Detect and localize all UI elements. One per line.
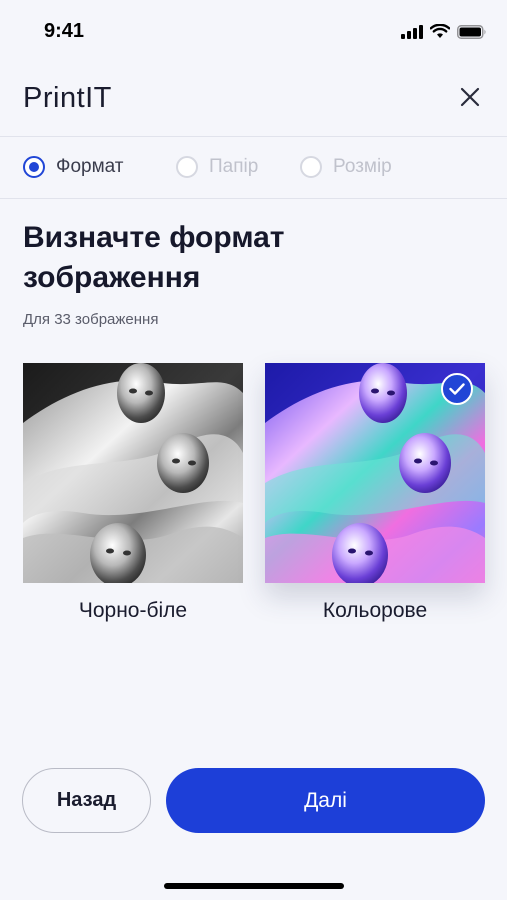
option-black-white[interactable]: Чорно-біле xyxy=(23,363,243,623)
step-label: Формат xyxy=(56,156,124,177)
option-label: Кольорове xyxy=(322,599,428,622)
wifi-icon xyxy=(429,23,451,44)
home-indicator[interactable] xyxy=(164,883,344,889)
selected-check-icon xyxy=(441,373,473,405)
step-selector: Формат Папір Розмір xyxy=(0,138,507,199)
radio-empty-icon xyxy=(176,156,198,178)
page-subtitle: Для 33 зображення xyxy=(23,311,159,328)
battery-icon xyxy=(457,24,487,44)
app-header: PrintIT xyxy=(0,64,507,137)
step-format[interactable]: Формат xyxy=(23,156,124,178)
black-white-preview-image xyxy=(23,363,243,583)
status-bar: 9:41 xyxy=(0,0,507,64)
radio-empty-icon xyxy=(300,156,322,178)
step-label: Розмір xyxy=(333,156,392,177)
status-icons xyxy=(401,23,487,44)
step-size[interactable]: Розмір xyxy=(300,156,392,178)
radio-selected-icon xyxy=(23,156,45,178)
close-button[interactable] xyxy=(455,84,485,114)
app-title: PrintIT xyxy=(23,82,112,114)
color-preview-image xyxy=(265,363,485,583)
cellular-signal-icon xyxy=(401,24,423,44)
back-button[interactable]: Назад xyxy=(22,768,151,833)
option-color[interactable]: Кольорове xyxy=(265,363,485,623)
option-label: Чорно-біле xyxy=(78,599,188,622)
step-paper[interactable]: Папір xyxy=(176,156,258,178)
close-icon xyxy=(460,87,480,112)
page-title: Визначте формат зображення xyxy=(23,221,285,294)
status-time: 9:41 xyxy=(44,20,85,42)
step-label: Папір xyxy=(209,156,259,177)
next-button[interactable]: Далі xyxy=(166,768,485,833)
